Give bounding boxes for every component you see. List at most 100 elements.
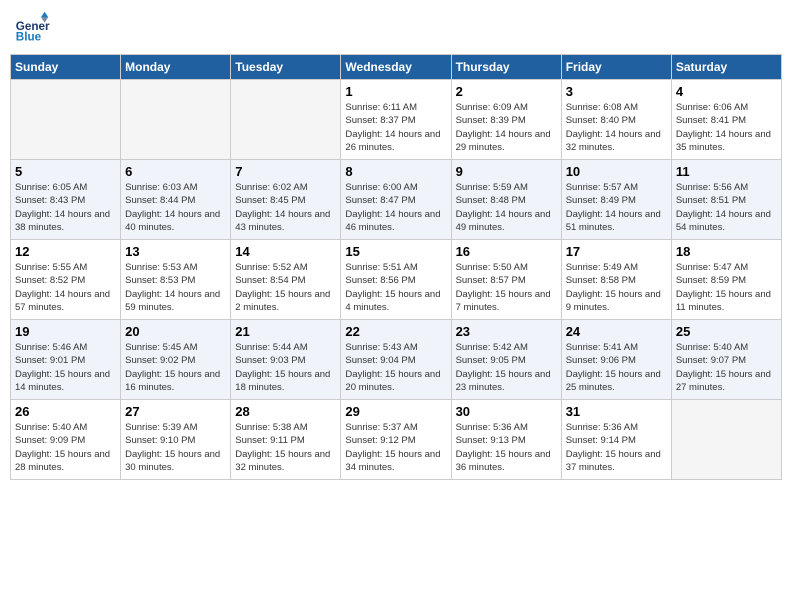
calendar-cell: 26 Sunrise: 5:40 AM Sunset: 9:09 PM Dayli…: [11, 400, 121, 480]
day-number: 7: [235, 164, 336, 179]
day-info: Sunrise: 6:11 AM Sunset: 8:37 PM Dayligh…: [345, 101, 446, 154]
calendar-cell: [231, 80, 341, 160]
day-info: Sunrise: 6:02 AM Sunset: 8:45 PM Dayligh…: [235, 181, 336, 234]
calendar-cell: 1 Sunrise: 6:11 AM Sunset: 8:37 PM Daylig…: [341, 80, 451, 160]
day-info: Sunrise: 5:39 AM Sunset: 9:10 PM Dayligh…: [125, 421, 226, 474]
calendar-cell: 13 Sunrise: 5:53 AM Sunset: 8:53 PM Dayli…: [121, 240, 231, 320]
day-info: Sunrise: 5:51 AM Sunset: 8:56 PM Dayligh…: [345, 261, 446, 314]
day-number: 25: [676, 324, 777, 339]
day-number: 2: [456, 84, 557, 99]
day-info: Sunrise: 5:37 AM Sunset: 9:12 PM Dayligh…: [345, 421, 446, 474]
calendar-cell: 12Sunrise: 5:55 AM Sunset: 8:52 PM Dayli…: [11, 240, 121, 320]
day-info: Sunrise: 6:08 AM Sunset: 8:40 PM Dayligh…: [566, 101, 667, 154]
day-info: Sunrise: 6:06 AM Sunset: 8:41 PM Dayligh…: [676, 101, 777, 154]
calendar-cell: 23Sunrise: 5:42 AM Sunset: 9:05 PM Dayli…: [451, 320, 561, 400]
weekday-header-wednesday: Wednesday: [341, 55, 451, 80]
day-number: 14: [235, 244, 336, 259]
day-number: 6: [125, 164, 226, 179]
calendar-cell: 30 Sunrise: 5:36 AM Sunset: 9:13 PM Dayli…: [451, 400, 561, 480]
weekday-header-tuesday: Tuesday: [231, 55, 341, 80]
calendar-cell: 16Sunrise: 5:50 AM Sunset: 8:57 PM Dayli…: [451, 240, 561, 320]
day-number: 29: [345, 404, 446, 419]
day-number: 23: [456, 324, 557, 339]
day-number: 1: [345, 84, 446, 99]
calendar-cell: 11Sunrise: 5:56 AM Sunset: 8:51 PM Dayli…: [671, 160, 781, 240]
calendar-table: SundayMondayTuesdayWednesdayThursdayFrid…: [10, 54, 782, 480]
day-number: 30: [456, 404, 557, 419]
calendar-cell: 8 Sunrise: 6:00 AM Sunset: 8:47 PM Daylig…: [341, 160, 451, 240]
calendar-cell: 29 Sunrise: 5:37 AM Sunset: 9:12 PM Dayli…: [341, 400, 451, 480]
calendar-cell: 2 Sunrise: 6:09 AM Sunset: 8:39 PM Daylig…: [451, 80, 561, 160]
day-info: Sunrise: 5:45 AM Sunset: 9:02 PM Dayligh…: [125, 341, 226, 394]
day-info: Sunrise: 5:59 AM Sunset: 8:48 PM Dayligh…: [456, 181, 557, 234]
day-number: 5: [15, 164, 116, 179]
day-number: 22: [345, 324, 446, 339]
weekday-header-sunday: Sunday: [11, 55, 121, 80]
calendar-cell: 24 Sunrise: 5:41 AM Sunset: 9:06 PM Dayli…: [561, 320, 671, 400]
logo-icon: General Blue: [14, 10, 50, 46]
day-number: 12: [15, 244, 116, 259]
day-number: 10: [566, 164, 667, 179]
day-info: Sunrise: 6:00 AM Sunset: 8:47 PM Dayligh…: [345, 181, 446, 234]
day-info: Sunrise: 5:40 AM Sunset: 9:09 PM Dayligh…: [15, 421, 116, 474]
day-number: 11: [676, 164, 777, 179]
day-info: Sunrise: 5:47 AM Sunset: 8:59 PM Dayligh…: [676, 261, 777, 314]
calendar-cell: 20 Sunrise: 5:45 AM Sunset: 9:02 PM Dayli…: [121, 320, 231, 400]
calendar-cell: [121, 80, 231, 160]
day-info: Sunrise: 5:44 AM Sunset: 9:03 PM Dayligh…: [235, 341, 336, 394]
day-number: 24: [566, 324, 667, 339]
calendar-cell: 28 Sunrise: 5:38 AM Sunset: 9:11 PM Dayli…: [231, 400, 341, 480]
calendar-cell: 19 Sunrise: 5:46 AM Sunset: 9:01 PM Dayli…: [11, 320, 121, 400]
day-number: 8: [345, 164, 446, 179]
calendar-cell: 21 Sunrise: 5:44 AM Sunset: 9:03 PM Dayli…: [231, 320, 341, 400]
calendar-cell: 9 Sunrise: 5:59 AM Sunset: 8:48 PM Daylig…: [451, 160, 561, 240]
day-info: Sunrise: 6:03 AM Sunset: 8:44 PM Dayligh…: [125, 181, 226, 234]
calendar-cell: 18 Sunrise: 5:47 AM Sunset: 8:59 PM Dayli…: [671, 240, 781, 320]
svg-text:Blue: Blue: [16, 31, 42, 44]
day-info: Sunrise: 5:41 AM Sunset: 9:06 PM Dayligh…: [566, 341, 667, 394]
calendar-cell: 15 Sunrise: 5:51 AM Sunset: 8:56 PM Dayli…: [341, 240, 451, 320]
day-info: Sunrise: 5:49 AM Sunset: 8:58 PM Dayligh…: [566, 261, 667, 314]
calendar-week-row: 1 Sunrise: 6:11 AM Sunset: 8:37 PM Daylig…: [11, 80, 782, 160]
day-info: Sunrise: 5:57 AM Sunset: 8:49 PM Dayligh…: [566, 181, 667, 234]
day-number: 17: [566, 244, 667, 259]
day-number: 31: [566, 404, 667, 419]
calendar-week-row: 19 Sunrise: 5:46 AM Sunset: 9:01 PM Dayli…: [11, 320, 782, 400]
day-number: 16: [456, 244, 557, 259]
day-info: Sunrise: 5:46 AM Sunset: 9:01 PM Dayligh…: [15, 341, 116, 394]
calendar-cell: 17 Sunrise: 5:49 AM Sunset: 8:58 PM Dayli…: [561, 240, 671, 320]
day-number: 27: [125, 404, 226, 419]
day-number: 20: [125, 324, 226, 339]
calendar-week-row: 26 Sunrise: 5:40 AM Sunset: 9:09 PM Dayli…: [11, 400, 782, 480]
day-number: 4: [676, 84, 777, 99]
day-number: 21: [235, 324, 336, 339]
calendar-cell: 22Sunrise: 5:43 AM Sunset: 9:04 PM Dayli…: [341, 320, 451, 400]
calendar-cell: [11, 80, 121, 160]
day-info: Sunrise: 5:36 AM Sunset: 9:14 PM Dayligh…: [566, 421, 667, 474]
day-info: Sunrise: 5:38 AM Sunset: 9:11 PM Dayligh…: [235, 421, 336, 474]
calendar-cell: 14Sunrise: 5:52 AM Sunset: 8:54 PM Dayli…: [231, 240, 341, 320]
day-number: 9: [456, 164, 557, 179]
day-info: Sunrise: 6:09 AM Sunset: 8:39 PM Dayligh…: [456, 101, 557, 154]
weekday-header-thursday: Thursday: [451, 55, 561, 80]
calendar-week-row: 5 Sunrise: 6:05 AM Sunset: 8:43 PM Daylig…: [11, 160, 782, 240]
day-number: 26: [15, 404, 116, 419]
day-info: Sunrise: 5:36 AM Sunset: 9:13 PM Dayligh…: [456, 421, 557, 474]
calendar-cell: 25 Sunrise: 5:40 AM Sunset: 9:07 PM Dayli…: [671, 320, 781, 400]
day-number: 18: [676, 244, 777, 259]
weekday-header-row: SundayMondayTuesdayWednesdayThursdayFrid…: [11, 55, 782, 80]
calendar-cell: 4 Sunrise: 6:06 AM Sunset: 8:41 PM Daylig…: [671, 80, 781, 160]
day-number: 19: [15, 324, 116, 339]
calendar-cell: 31 Sunrise: 5:36 AM Sunset: 9:14 PM Dayli…: [561, 400, 671, 480]
header: General Blue: [10, 10, 782, 46]
day-number: 28: [235, 404, 336, 419]
day-number: 13: [125, 244, 226, 259]
calendar-cell: 6 Sunrise: 6:03 AM Sunset: 8:44 PM Daylig…: [121, 160, 231, 240]
day-number: 15: [345, 244, 446, 259]
logo: General Blue: [14, 10, 54, 46]
day-info: Sunrise: 6:05 AM Sunset: 8:43 PM Dayligh…: [15, 181, 116, 234]
day-number: 3: [566, 84, 667, 99]
day-info: Sunrise: 5:53 AM Sunset: 8:53 PM Dayligh…: [125, 261, 226, 314]
calendar-cell: [671, 400, 781, 480]
day-info: Sunrise: 5:40 AM Sunset: 9:07 PM Dayligh…: [676, 341, 777, 394]
